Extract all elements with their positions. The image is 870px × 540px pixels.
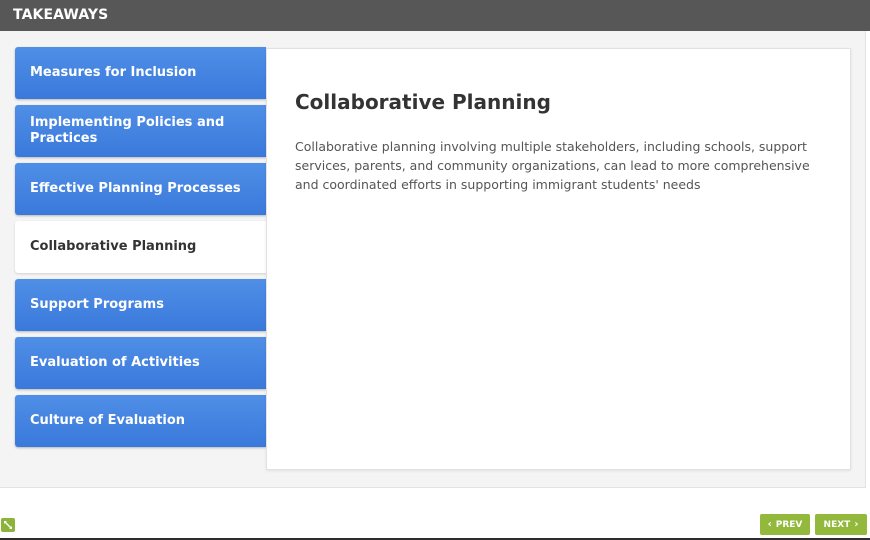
page-title: TAKEAWAYS bbox=[13, 7, 109, 23]
tab-collaborative-planning[interactable]: Collaborative Planning bbox=[15, 221, 268, 273]
tab-support-programs[interactable]: Support Programs bbox=[15, 279, 266, 331]
tab-measures-for-inclusion[interactable]: Measures for Inclusion bbox=[15, 47, 266, 99]
tab-label: Measures for Inclusion bbox=[30, 65, 197, 80]
next-label: NEXT bbox=[823, 519, 851, 530]
footer bbox=[0, 488, 870, 540]
tab-label: Support Programs bbox=[30, 297, 164, 312]
tab-label: Effective Planning Processes bbox=[30, 181, 241, 196]
expand-arrows-glyph bbox=[4, 521, 12, 529]
tab-culture-of-evaluation[interactable]: Culture of Evaluation bbox=[15, 395, 266, 447]
tab-content-panel: Collaborative Planning Collaborative pla… bbox=[266, 48, 851, 470]
tab-effective-planning-processes[interactable]: Effective Planning Processes bbox=[15, 163, 266, 215]
next-button[interactable]: NEXT › bbox=[815, 514, 867, 535]
tab-label: Evaluation of Activities bbox=[30, 355, 200, 370]
tab-evaluation-of-activities[interactable]: Evaluation of Activities bbox=[15, 337, 266, 389]
prev-label: PREV bbox=[775, 519, 803, 530]
tab-implementing-policies[interactable]: Implementing Policies and Practices bbox=[15, 105, 266, 157]
content-stage: Measures for Inclusion Implementing Poli… bbox=[0, 31, 866, 488]
prev-button[interactable]: ‹ PREV bbox=[760, 514, 810, 535]
tab-label: Culture of Evaluation bbox=[30, 413, 186, 428]
content-body: Collaborative planning involving multipl… bbox=[295, 139, 810, 192]
tab-label: Collaborative Planning bbox=[30, 239, 197, 254]
tab-label: Implementing Policies and Practices bbox=[30, 115, 225, 146]
expand-arrows-icon[interactable] bbox=[1, 518, 15, 532]
chevron-left-icon: ‹ bbox=[767, 518, 772, 530]
header-bar: TAKEAWAYS bbox=[0, 0, 870, 31]
content-heading: Collaborative Planning bbox=[295, 90, 551, 114]
chevron-right-icon: › bbox=[854, 518, 859, 530]
